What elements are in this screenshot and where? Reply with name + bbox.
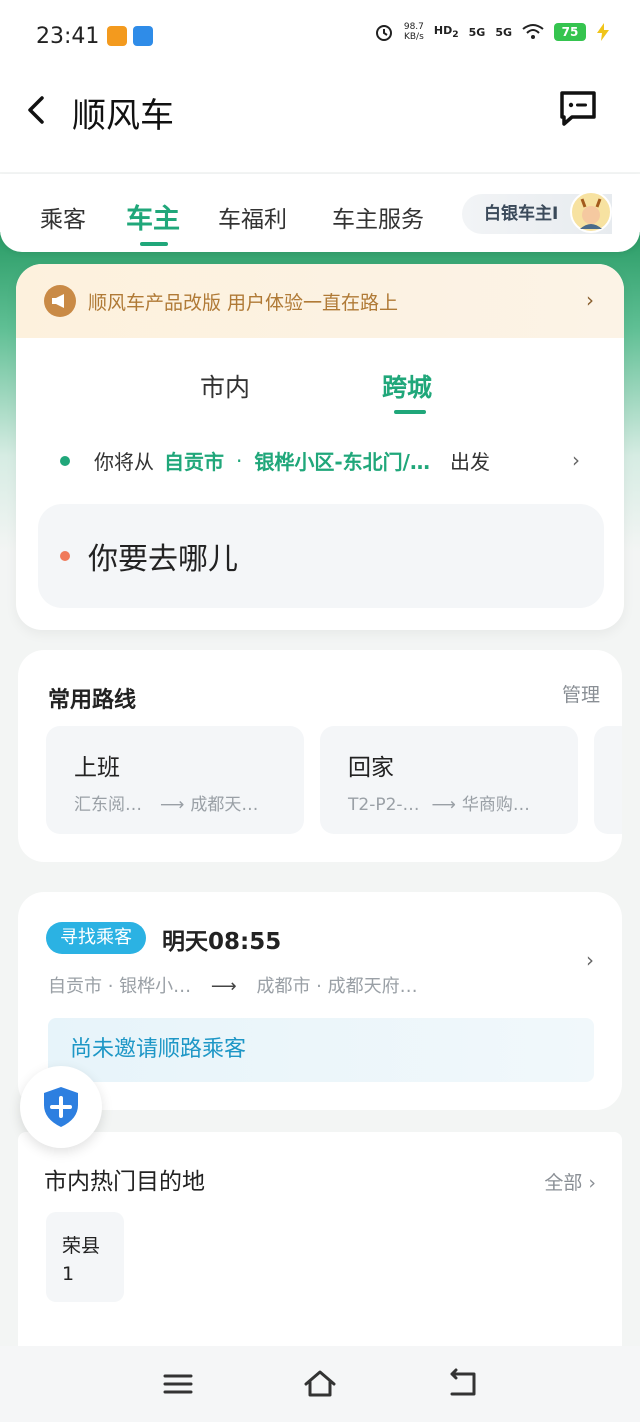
tab-driver[interactable]: 车主 <box>126 197 180 236</box>
tab-driver-services[interactable]: 车主服务 <box>332 200 424 234</box>
notice-text: 顺风车产品改版 用户体验一直在路上 <box>88 291 399 314</box>
route-to: 成都天… <box>190 795 259 815</box>
notification-app-icon <box>107 26 128 46</box>
status-time: 23:41 <box>36 23 100 49</box>
network-speed: 98.7 KB/s <box>404 22 424 42</box>
avatar[interactable] <box>570 191 612 233</box>
manage-link[interactable]: 管理 <box>562 680 600 707</box>
trip-time: 明天08:55 <box>162 929 282 955</box>
signal-icon: 5G <box>495 25 512 39</box>
header: 顺风车 <box>0 72 640 172</box>
status-badge: 寻找乘客 <box>46 922 146 954</box>
route-summary: T2-P2-… ⟶ 华商购… <box>348 790 530 815</box>
tab-passenger[interactable]: 乘客 <box>40 200 86 234</box>
menu-icon <box>163 1374 193 1394</box>
destination-name: 荣县 <box>62 1235 101 1257</box>
notification-app-icon <box>133 26 154 46</box>
chat-icon <box>560 91 596 126</box>
chevron-right-icon: › <box>586 948 594 972</box>
tab-active-indicator <box>140 242 168 246</box>
status-indicators: 98.7 KB/s HD2 5G 5G 75 <box>374 22 610 42</box>
avatar-image <box>580 198 602 229</box>
chevron-right-icon: › <box>588 1172 596 1194</box>
trip-from: 自贡市 · 银桦小… <box>48 976 192 997</box>
mode-active-indicator <box>394 410 426 414</box>
origin-city: 自贡市 <box>164 450 224 474</box>
route-search-card: 顺风车产品改版 用户体验一直在路上 › 市内 跨城 你将从 自贡市 · 银桦小区… <box>16 264 624 630</box>
hot-destination-item[interactable]: 荣县 1 <box>46 1212 124 1302</box>
hd-label: HD <box>433 23 453 37</box>
back-button[interactable] <box>20 90 54 130</box>
route-from: T2-P2-… <box>348 795 420 815</box>
return-icon <box>450 1368 476 1396</box>
common-routes-card: 常用路线 管理 上班 汇东阅… ⟶ 成都天… 回家 T2-P2-… ⟶ 华商购… <box>18 650 622 862</box>
alarm-icon <box>375 25 392 41</box>
arrow-right-icon: ⟶ <box>160 795 185 815</box>
common-routes-title: 常用路线 <box>48 688 137 713</box>
view-all-label: 全部 <box>544 1172 583 1194</box>
origin-prefix: 你将从 <box>94 450 154 474</box>
route-to: 华商购… <box>461 795 530 815</box>
arrow-right-icon: ⟶ <box>210 976 237 997</box>
arrow-right-icon: ⟶ <box>431 795 456 815</box>
home-icon <box>304 1370 336 1397</box>
tab-intercity[interactable]: 跨城 <box>382 368 432 404</box>
hd-sub: 2 <box>452 29 459 41</box>
battery-indicator: 75 <box>554 23 586 41</box>
hd-indicator: HD2 <box>434 24 459 40</box>
trip-route: 自贡市 · 银桦小… ⟶ 成都市 · 成都天府… <box>48 972 418 998</box>
destination-dot-icon <box>60 551 70 561</box>
chevron-right-icon: › <box>572 448 580 472</box>
origin-dot-icon <box>60 455 70 466</box>
origin-row[interactable]: 你将从 自贡市 · 银桦小区-东北门/… 出发 <box>60 446 490 475</box>
common-route-item[interactable]: 上班 汇东阅… ⟶ 成都天… <box>46 726 304 834</box>
origin-separator: · <box>236 448 243 473</box>
speed-value: 98.7 <box>403 22 424 32</box>
back-nav-button[interactable] <box>444 1368 480 1400</box>
destination-input[interactable]: 你要去哪儿 <box>38 504 604 608</box>
tab-intracity[interactable]: 市内 <box>200 368 250 404</box>
speed-unit: KB/s <box>403 32 424 42</box>
trip-card[interactable]: 寻找乘客 明天08:55 › 自贡市 · 银桦小… ⟶ 成都市 · 成都天府… … <box>18 892 622 1110</box>
origin-suffix: 出发 <box>449 450 490 474</box>
signal-icon: 5G <box>468 25 486 39</box>
tab-benefits[interactable]: 车福利 <box>218 200 287 234</box>
destination-count: 1 <box>62 1263 75 1285</box>
invite-banner[interactable]: 尚未邀请顺路乘客 <box>48 1018 594 1082</box>
wifi-icon <box>522 24 544 39</box>
common-route-item-partial[interactable] <box>594 726 622 834</box>
megaphone-icon <box>44 285 76 317</box>
route-title: 上班 <box>74 755 120 781</box>
role-tabs: 乘客 车主 车福利 车主服务 白银车主I <box>0 174 640 252</box>
shield-plus-icon <box>44 1087 78 1127</box>
route-from: 汇东阅… <box>74 795 142 815</box>
hot-destinations-card: 市内热门目的地 全部 › 荣县 1 <box>18 1132 622 1350</box>
route-summary: 汇东阅… ⟶ 成都天… <box>74 790 258 815</box>
common-route-item[interactable]: 回家 T2-P2-… ⟶ 华商购… <box>320 726 578 834</box>
menu-button[interactable] <box>160 1368 196 1400</box>
status-bar: 23:41 98.7 KB/s HD2 5G 5G 75 <box>0 0 640 72</box>
view-all-link[interactable]: 全部 › <box>544 1168 596 1195</box>
destination-placeholder: 你要去哪儿 <box>88 542 238 577</box>
route-title: 回家 <box>348 755 394 781</box>
hot-destinations-title: 市内热门目的地 <box>44 1169 205 1195</box>
chevron-right-icon: › <box>586 288 594 312</box>
back-arrow-icon <box>28 96 44 124</box>
origin-place: 银桦小区-东北门/… <box>254 450 430 474</box>
system-nav-bar <box>0 1346 640 1422</box>
message-button[interactable] <box>558 88 598 128</box>
trip-to: 成都市 · 成都天府… <box>256 976 418 997</box>
safety-shield-button[interactable] <box>20 1066 102 1148</box>
notice-banner[interactable]: 顺风车产品改版 用户体验一直在路上 › <box>16 264 624 338</box>
page-title: 顺风车 <box>72 96 174 136</box>
home-button[interactable] <box>302 1368 338 1400</box>
charging-icon <box>597 23 609 41</box>
